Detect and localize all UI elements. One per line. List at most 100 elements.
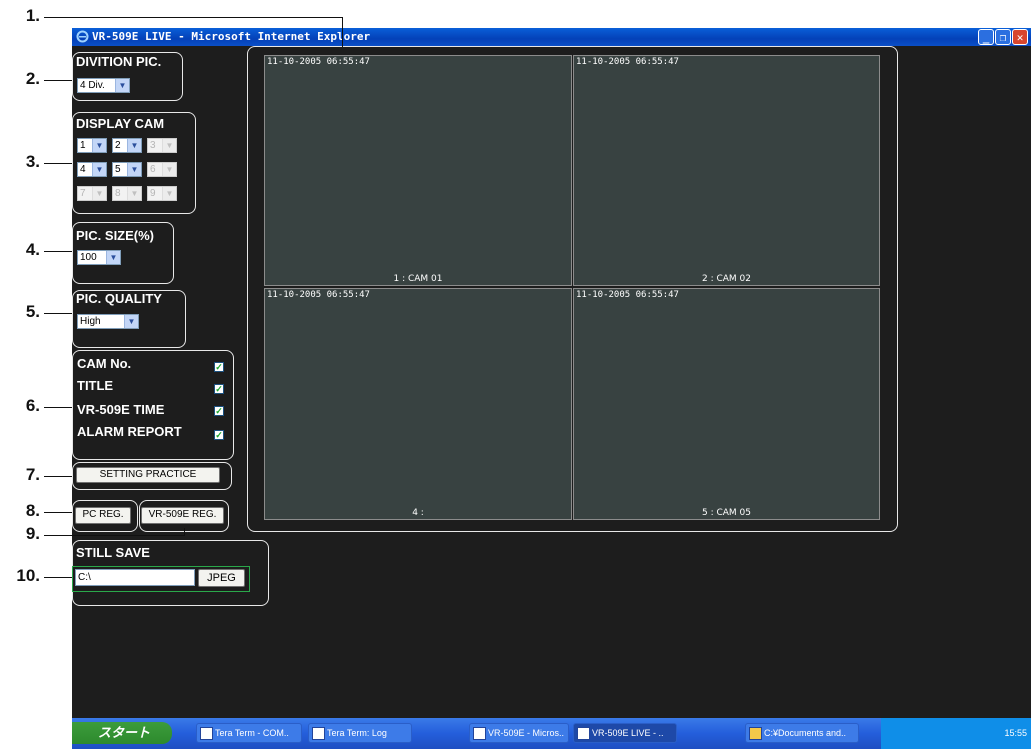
maximize-icon[interactable]: ❐ [995,29,1011,45]
display-cam-select-4[interactable]: 4 ▼ [77,162,107,177]
chevron-down-icon: ▼ [115,79,129,92]
leader-line [44,313,72,314]
display-cam-value: 1 [80,140,86,151]
display-cam-select-8: 8 ▼ [112,186,142,201]
option-cam-no-label: CAM No. [77,356,132,371]
vr-reg-button[interactable]: VR-509E REG. [141,507,224,524]
still-save-path-input[interactable]: C:\ [75,569,195,586]
leader-line [44,17,342,18]
chevron-down-icon: ▼ [127,139,141,152]
taskbar-item-tera-term-log[interactable]: Tera Term: Log [308,723,412,743]
display-cam-select-5[interactable]: 5 ▼ [112,162,142,177]
callout-6: 6. [25,396,40,415]
pic-quality-value: High [80,316,101,327]
display-cam-value: 9 [150,188,156,199]
camera-timestamp: 11-10-2005 06:55:47 [576,290,679,300]
callout-9: 9. [25,524,40,543]
window-title: VR-509E LIVE - Microsoft Internet Explor… [92,30,371,43]
setting-practice-button[interactable]: SETTING PRACTICE [76,467,220,483]
taskbar-item-vr509e-live[interactable]: VR-509E LIVE - .. [573,723,677,743]
camera-name: 1 : CAM 01 [393,274,443,284]
terminal-icon [312,727,325,740]
taskbar-item-documents[interactable]: C:¥Documents and.. [745,723,859,743]
leader-line [44,407,72,408]
camera-timestamp: 11-10-2005 06:55:47 [267,57,370,67]
option-title-checkbox[interactable]: ✓ [214,384,224,394]
division-select[interactable]: 4 Div. ▼ [77,78,130,93]
chevron-down-icon: ▼ [127,163,141,176]
task-label: Tera Term - COM.. [215,728,289,738]
leader-line [44,512,72,513]
display-cam-label: DISPLAY CAM [76,116,165,131]
leader-line [44,577,72,578]
display-cam-value: 7 [80,188,86,199]
division-label: DIVITION PIC. [76,54,162,69]
chevron-down-icon: ▼ [124,315,138,328]
leader-line [44,535,184,536]
task-label: VR-509E - Micros.. [488,728,565,738]
taskbar-item-tera-term-com[interactable]: Tera Term - COM.. [196,723,302,743]
window-title-bar[interactable]: VR-509E LIVE - Microsoft Internet Explor… [72,28,1031,46]
pic-size-value: 100 [80,252,97,263]
pic-size-select[interactable]: 100 ▼ [77,250,121,265]
pic-size-label: PIC. SIZE(%) [76,228,155,243]
close-icon[interactable]: ✕ [1012,29,1028,45]
pic-quality-select[interactable]: High ▼ [77,314,139,329]
camera-name: 4 : [412,508,424,518]
taskbar-item-vr509e[interactable]: VR-509E - Micros.. [469,723,569,743]
camera-view-2[interactable]: 11-10-2005 06:55:47 2 : CAM 02 [573,55,880,286]
option-title-label: TITLE [77,378,114,393]
pic-quality-label: PIC. QUALITY [76,291,162,306]
terminal-icon [200,727,213,740]
leader-line [44,476,72,477]
option-time-label: VR-509E TIME [77,402,165,417]
callout-2: 2. [25,69,40,88]
pc-reg-button[interactable]: PC REG. [75,507,131,524]
display-cam-value: 5 [115,164,121,175]
display-cam-select-6: 6 ▼ [147,162,177,177]
camera-view-1[interactable]: 11-10-2005 06:55:47 1 : CAM 01 [264,55,572,286]
callout-1: 1. [25,6,40,25]
chevron-down-icon: ▼ [92,163,106,176]
clock: 15:55 [1004,728,1027,738]
camera-name: 2 : CAM 02 [702,274,751,284]
display-cam-value: 8 [115,188,121,199]
display-cam-select-1[interactable]: 1 ▼ [77,138,107,153]
option-alarm-checkbox[interactable]: ✓ [214,430,224,440]
chevron-down-icon: ▼ [92,187,106,200]
chevron-down-icon: ▼ [92,139,106,152]
task-label: C:¥Documents and.. [764,728,847,738]
display-cam-select-9: 9 ▼ [147,186,177,201]
system-tray: 15:55 [881,718,1031,749]
chevron-down-icon: ▼ [162,139,176,152]
start-label: スタート [98,725,151,740]
callout-8: 8. [25,501,40,520]
option-alarm-label: ALARM REPORT [77,424,182,439]
still-save-label: STILL SAVE [76,545,150,560]
option-cam-no-checkbox[interactable]: ✓ [214,362,224,372]
callout-7: 7. [25,465,40,484]
leader-line [184,528,185,536]
ie-logo-icon [577,727,590,740]
task-label: VR-509E LIVE - .. [592,728,664,738]
chevron-down-icon: ▼ [162,163,176,176]
folder-icon [749,727,762,740]
option-time-checkbox[interactable]: ✓ [214,406,224,416]
camera-view-4[interactable]: 11-10-2005 06:55:47 4 : [264,288,572,520]
start-button[interactable]: スタート [72,722,172,744]
camera-view-5[interactable]: 11-10-2005 06:55:47 5 : CAM 05 [573,288,880,520]
display-cam-value: 3 [150,140,156,151]
task-label: Tera Term: Log [327,728,387,738]
division-value: 4 Div. [80,80,105,91]
display-cam-select-7: 7 ▼ [77,186,107,201]
camera-name: 5 : CAM 05 [702,508,751,518]
display-cam-value: 4 [80,164,86,175]
minimize-icon[interactable]: _ [978,29,994,45]
leader-line [44,251,72,252]
callout-5: 5. [25,302,40,321]
jpeg-button[interactable]: JPEG [198,569,245,587]
display-cam-select-2[interactable]: 2 ▼ [112,138,142,153]
chevron-down-icon: ▼ [127,187,141,200]
callout-10: 10. [16,566,40,585]
camera-timestamp: 11-10-2005 06:55:47 [267,290,370,300]
